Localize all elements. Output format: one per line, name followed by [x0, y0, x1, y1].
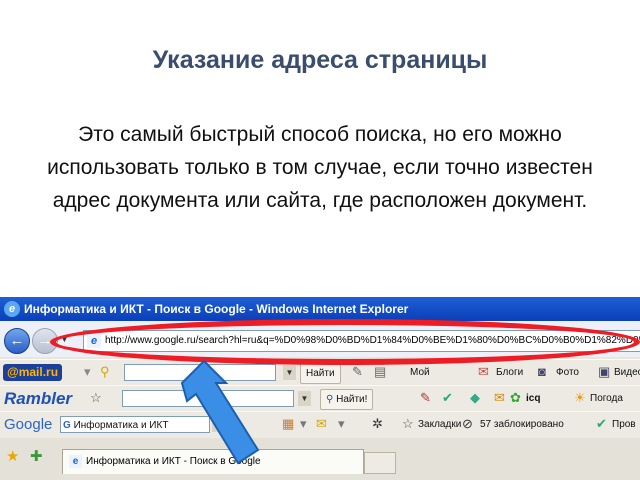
slide-title: Указание адреса страницы: [152, 46, 488, 74]
pointer-arrow: [180, 359, 260, 465]
browser-screenshot: e Информатика и ИКТ - Поиск в Google - W…: [0, 297, 640, 480]
pointer-arrow-shape: [180, 359, 260, 465]
slide-body-text: Это самый быстрый способ поиска, но его …: [47, 123, 593, 212]
